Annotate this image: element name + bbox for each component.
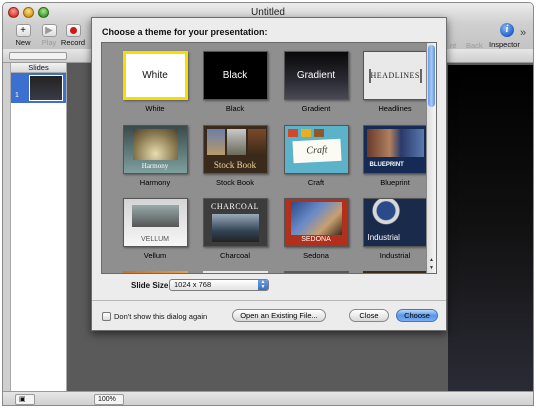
theme-thumbnail: HEADLINES [362,51,428,100]
close-button[interactable]: Close [349,309,389,322]
open-existing-file-button[interactable]: Open an Existing File... [232,309,326,322]
theme-thumbnail: White [122,51,188,100]
record-label: Record [60,38,86,47]
theme-image [211,214,259,242]
theme-label: Gradient [301,104,331,113]
theme-image [290,202,342,235]
theme-partial-thumbnail[interactable] [284,271,349,273]
theme-image [287,129,298,137]
theme-thumbnail: Harmony [122,125,188,174]
theme-label: Black [225,104,245,113]
theme-label: Headlines [378,104,412,113]
theme-sedona[interactable]: SEDONA Sedona [282,198,350,260]
theme-thumbnail: CHARCOAL [202,198,268,247]
theme-image [247,129,266,155]
theme-black[interactable]: Black Black [201,51,269,113]
gallery-scrollbar[interactable]: ▲ ▼ [426,43,436,273]
theme-label: Charcoal [219,251,250,260]
slide-size-value: 1024 x 768 [174,280,212,289]
theme-thumb-caption: Industrial [367,233,400,242]
dialog-title: Choose a theme for your presentation: [102,27,268,37]
navigator-edge [3,63,11,391]
navigator-header: Slides [11,63,66,73]
theme-thumbnail: Industrial [362,198,428,247]
record-button[interactable]: Record [57,23,89,47]
dont-show-label[interactable]: Don't show this dialog again [114,312,207,321]
record-icon [65,24,81,37]
theme-thumbnail: SEDONA [283,198,349,247]
theme-partial-thumbnail[interactable] [363,271,428,273]
theme-thumb-caption: Craft [291,138,342,164]
theme-label: Sedona [303,251,329,260]
theme-headlines[interactable]: HEADLINES Headlines [361,51,429,113]
theme-thumb-caption: VELLUM [140,236,169,243]
theme-gallery[interactable]: White White Black Black Gradient Gradien… [101,42,437,274]
overflow-chevron-icon[interactable]: » [520,27,526,39]
slide-thumbnail[interactable] [29,75,63,101]
theme-thumb-caption: SEDONA [301,236,331,243]
theme-thumbnail: Stock Book [202,125,268,174]
theme-thumbnail: Craft [283,125,349,174]
theme-label: Blueprint [380,178,410,187]
theme-image [300,129,311,137]
theme-thumbnail: Gradient [283,51,349,100]
slide-size-select[interactable]: 1024 x 768 ▲ ▼ [169,279,269,291]
theme-label: Industrial [379,251,411,260]
theme-image [313,129,324,137]
theme-craft[interactable]: Craft Craft [282,125,350,187]
choose-button[interactable]: Choose [396,309,438,322]
theme-label: White [145,104,165,113]
info-icon[interactable]: i [500,23,514,37]
theme-image [206,129,225,155]
theme-label: Harmony [139,178,171,187]
theme-image [132,129,178,160]
slide-canvas[interactable] [448,65,533,391]
slide-size-label: Slide Size: [131,281,172,290]
theme-charcoal[interactable]: CHARCOAL Charcoal [201,198,269,260]
theme-harmony[interactable]: Harmony Harmony [121,125,189,187]
theme-image [226,129,246,155]
theme-vellum[interactable]: VELLUM Vellum [121,198,189,260]
theme-thumbnail: BLUEPRINT [362,125,428,174]
scroll-arrows-icon[interactable]: ▲ ▼ [428,256,435,272]
theme-blueprint[interactable]: BLUEPRINT Blueprint [361,125,429,187]
play-icon: ▶ [41,24,57,37]
theme-partial-thumbnail[interactable] [203,271,268,273]
theme-thumb-caption: BLUEPRINT [369,162,404,168]
slide-number: 1 [15,92,19,99]
theme-industrial[interactable]: Industrial Industrial [361,198,429,260]
theme-white[interactable]: White White [121,51,189,113]
theme-thumbnail: VELLUM [122,198,188,247]
slide-navigator: Slides 1 [11,63,67,391]
theme-thumb-caption: Stock Book [213,160,257,170]
slide-thumbnail-row[interactable]: 1 [11,73,66,103]
view-menu-icon[interactable]: ▣ [15,394,35,405]
separator [92,300,446,301]
theme-image [131,205,179,227]
headlines-thumb-text: HEADLINES [368,69,422,83]
theme-partial-thumbnail[interactable] [123,271,188,273]
theme-chooser-dialog: Choose a theme for your presentation: Wh… [91,17,447,331]
theme-gradient[interactable]: Gradient Gradient [282,51,350,113]
theme-label: Stock Book [216,178,254,187]
format-control[interactable] [9,52,67,60]
plus-icon: + [15,24,31,37]
zoom-select[interactable]: 100% [94,394,124,405]
inspector-label[interactable]: Inspector [489,40,520,49]
theme-thumbnail: Black [202,51,268,100]
theme-thumb-caption: Harmony [141,162,169,170]
theme-thumb-caption: CHARCOAL [210,202,259,211]
popup-arrows-icon: ▲ ▼ [258,280,268,290]
theme-label: Craft [307,178,325,187]
dont-show-checkbox[interactable] [102,312,111,321]
theme-stock-book[interactable]: Stock Book Stock Book [201,125,269,187]
theme-image [366,129,424,157]
scrollbar-thumb[interactable] [428,45,435,107]
theme-label: Vellum [143,251,167,260]
status-bar: ▣ 100% [3,391,533,405]
